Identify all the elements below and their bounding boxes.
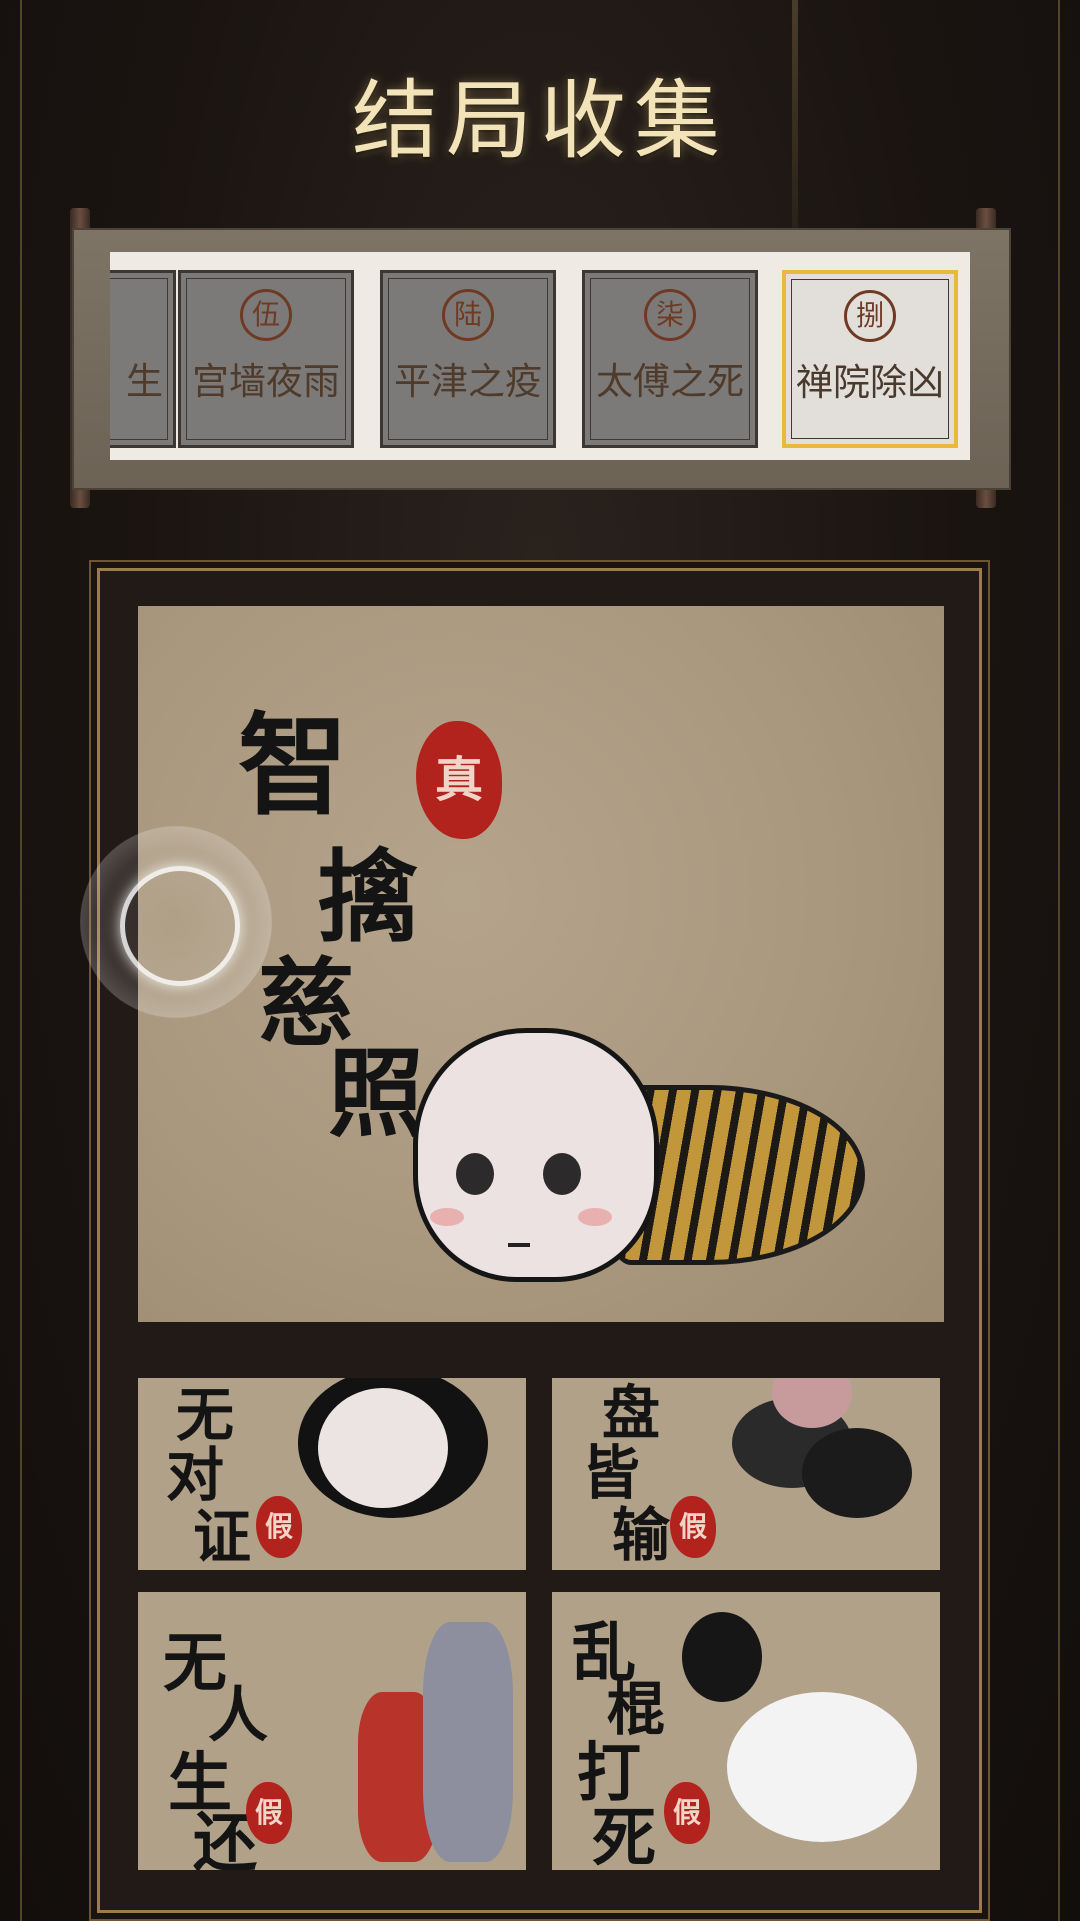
ending-card[interactable]: 生 bbox=[110, 270, 176, 448]
alt-ending-char: 死 bbox=[592, 1801, 656, 1870]
monk-mouth bbox=[508, 1243, 530, 1247]
glow-ring-icon bbox=[120, 866, 240, 986]
character-grey-robe-drawing bbox=[423, 1622, 513, 1862]
monk-blush bbox=[578, 1208, 612, 1226]
false-ending-seal: 假 bbox=[670, 1496, 716, 1558]
character-drawing bbox=[802, 1428, 912, 1518]
ending-card-selected[interactable]: 捌 禅院除凶 bbox=[782, 270, 958, 448]
page-title: 结局收集 bbox=[352, 71, 728, 171]
alt-ending-thumbnail[interactable]: 无 对 证 假 bbox=[138, 1378, 526, 1570]
ending-card-title: 禅院除凶 bbox=[796, 361, 944, 404]
ending-card[interactable]: 柒 太傅之死 bbox=[582, 270, 758, 448]
character-drawing bbox=[682, 1612, 762, 1702]
false-ending-seal: 假 bbox=[256, 1496, 302, 1558]
ending-number-seal: 柒 bbox=[644, 289, 696, 341]
monk-eye bbox=[456, 1153, 494, 1195]
ending-number-seal: 捌 bbox=[844, 290, 896, 342]
right-frame-line bbox=[1058, 0, 1060, 1921]
left-frame-line bbox=[20, 0, 22, 1921]
alt-ending-thumbnail[interactable]: 盘 皆 输 假 bbox=[552, 1378, 940, 1570]
monk-eye bbox=[543, 1153, 581, 1195]
true-ending-seal: 真 bbox=[416, 721, 502, 839]
false-ending-seal: 假 bbox=[664, 1782, 710, 1844]
ending-number-seal: 伍 bbox=[240, 289, 292, 341]
ending-card-title: 太傅之死 bbox=[596, 360, 744, 403]
monk-character-head bbox=[413, 1028, 659, 1282]
ending-card-title: 生 bbox=[126, 360, 163, 403]
alt-ending-thumbnail[interactable]: 乱 棍 打 死 假 bbox=[552, 1592, 940, 1870]
ending-card[interactable]: 陆 平津之疫 bbox=[380, 270, 556, 448]
alt-ending-char: 输 bbox=[612, 1501, 671, 1569]
monk-blush bbox=[430, 1208, 464, 1226]
false-ending-seal: 假 bbox=[246, 1782, 292, 1844]
ending-card-strip[interactable]: 生 伍 宫墙夜雨 陆 平津之疫 柒 太傅之死 捌 禅院除凶 bbox=[110, 252, 970, 460]
ending-card[interactable]: 伍 宫墙夜雨 bbox=[178, 270, 354, 448]
ending-card-title: 平津之疫 bbox=[394, 360, 542, 403]
ending-number-seal: 陆 bbox=[442, 289, 494, 341]
alt-ending-thumbnail[interactable]: 无 人 生 还 假 bbox=[138, 1592, 526, 1870]
main-ending-char: 照 bbox=[328, 1037, 424, 1150]
ending-card-title: 宫墙夜雨 bbox=[192, 360, 340, 403]
fight-cloud-drawing bbox=[727, 1692, 917, 1842]
main-ending-char: 智 bbox=[238, 701, 348, 830]
alt-ending-char: 证 bbox=[193, 1503, 252, 1570]
character-face-drawing bbox=[318, 1388, 448, 1508]
